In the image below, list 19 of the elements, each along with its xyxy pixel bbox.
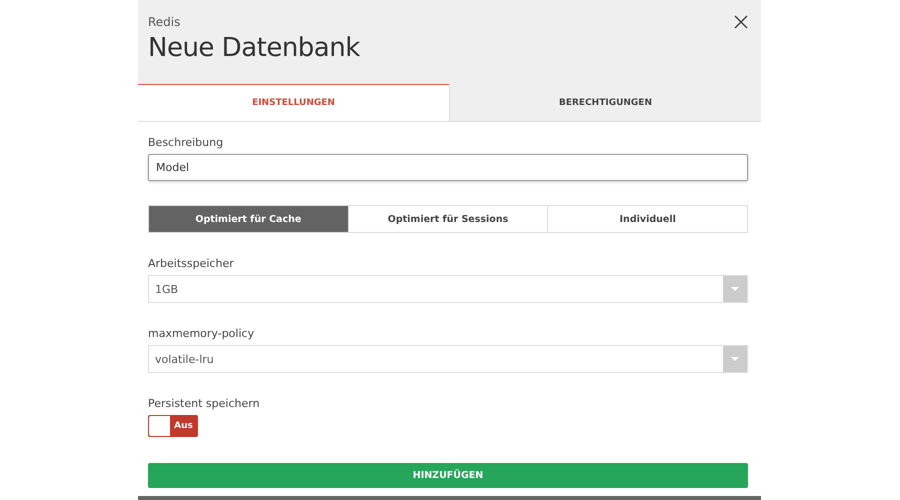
tab[interactable]: BERECHTIGUNGEN (449, 84, 761, 121)
caret-icon (731, 357, 739, 361)
dialog-subtitle: Redis (148, 15, 182, 29)
preset-button[interactable]: Optimiert für Cache (149, 206, 348, 232)
select-field[interactable]: 1GB (148, 275, 748, 303)
preset-button[interactable]: Individuell (547, 206, 748, 232)
field-label: Beschreibung (148, 136, 224, 149)
close-icon[interactable] (734, 15, 748, 29)
preset-button[interactable]: Optimiert für Sessions (348, 206, 548, 232)
caret-icon (731, 287, 739, 291)
select-field[interactable]: volatile-lru (148, 345, 748, 373)
dropdown-button[interactable] (723, 276, 747, 302)
field-label: Arbeitsspeicher (148, 257, 235, 270)
description-field[interactable]: Model (148, 154, 748, 181)
field-label: Persistent speichern (148, 397, 261, 410)
field-label: maxmemory-policy (148, 327, 256, 340)
dropdown-button[interactable] (723, 346, 747, 372)
dialog-title: Neue Datenbank (148, 33, 360, 63)
toggle-switch[interactable]: Aus (148, 415, 198, 437)
